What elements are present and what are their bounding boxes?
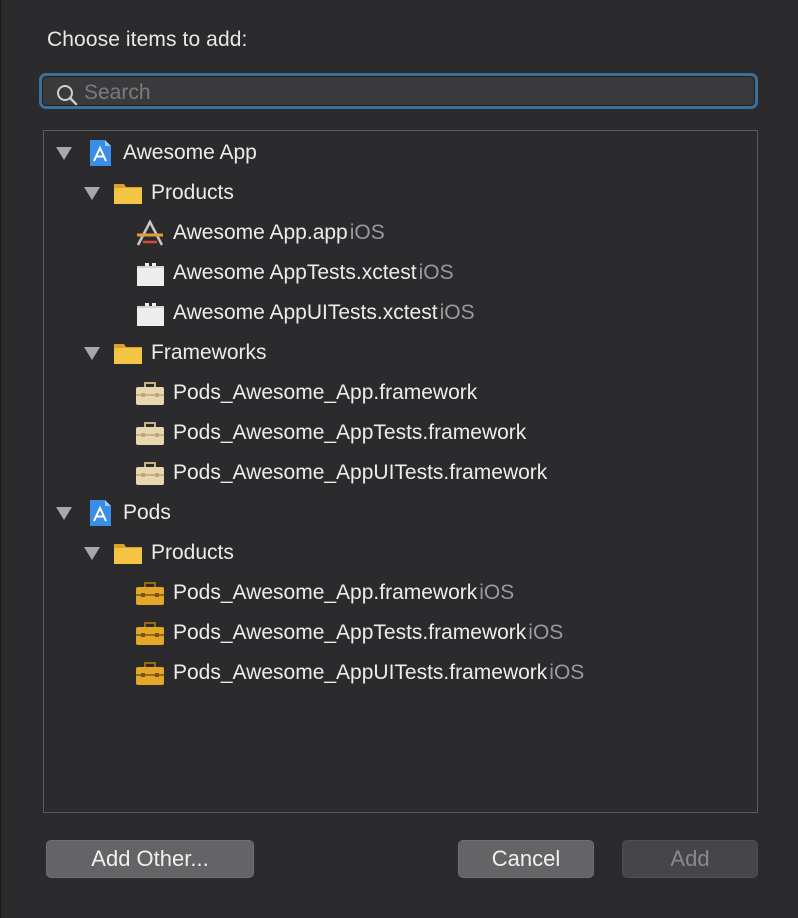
disclosure-triangle-icon[interactable] <box>55 145 73 161</box>
xcode-project-icon <box>85 498 115 528</box>
folder-icon <box>113 338 143 368</box>
toolbox-icon <box>135 378 165 408</box>
items-tree[interactable]: Awesome App Products Awesome App.app iOS <box>43 130 758 813</box>
platform-label: iOS <box>418 261 454 284</box>
dialog-heading: Choose items to add: <box>47 28 248 51</box>
tree-row-pods-project[interactable]: Pods <box>55 493 171 533</box>
toolbox-icon <box>135 578 165 608</box>
toolbox-icon <box>135 458 165 488</box>
toolbox-icon <box>135 658 165 688</box>
window-edge <box>0 0 1 918</box>
tree-label: Awesome App <box>123 141 257 164</box>
toolbox-icon <box>135 618 165 648</box>
tree-label: Frameworks <box>151 341 267 364</box>
tree-row-frameworks-folder[interactable]: Frameworks <box>83 333 267 373</box>
tree-label: Pods_Awesome_AppUITests.framework <box>173 661 548 684</box>
tree-row-products-folder[interactable]: Products <box>83 533 234 573</box>
tree-label: Pods_Awesome_App.framework <box>173 381 478 404</box>
bundle-icon <box>135 298 165 328</box>
tree-label: Products <box>151 541 234 564</box>
tree-label: Pods <box>123 501 171 524</box>
app-product-icon <box>135 218 165 248</box>
platform-label: iOS <box>528 621 564 644</box>
disclosure-triangle-icon[interactable] <box>83 545 101 561</box>
tree-row-products-folder[interactable]: Products <box>83 173 234 213</box>
tree-label: Awesome App.app <box>173 221 348 244</box>
search-icon <box>56 84 78 106</box>
tree-row-tests-bundle[interactable]: Awesome AppTests.xctest iOS <box>135 253 454 293</box>
tree-row-framework-product[interactable]: Pods_Awesome_AppUITests.framework iOS <box>135 653 584 693</box>
platform-label: iOS <box>549 661 585 684</box>
tree-row-framework-product[interactable]: Pods_Awesome_AppTests.framework iOS <box>135 613 563 653</box>
tree-row-app-product[interactable]: Awesome App.app iOS <box>135 213 385 253</box>
platform-label: iOS <box>479 581 515 604</box>
tree-label: Pods_Awesome_AppTests.framework <box>173 421 527 444</box>
tree-row-framework-product[interactable]: Pods_Awesome_App.framework iOS <box>135 573 514 613</box>
platform-label: iOS <box>439 301 475 324</box>
tree-label: Pods_Awesome_App.framework <box>173 581 478 604</box>
search-input[interactable] <box>82 78 746 108</box>
tree-row-framework[interactable]: Pods_Awesome_App.framework <box>135 373 477 413</box>
disclosure-triangle-icon[interactable] <box>55 505 73 521</box>
cancel-button[interactable]: Cancel <box>458 840 594 878</box>
platform-label: iOS <box>349 221 385 244</box>
folder-icon <box>113 538 143 568</box>
tree-row-awesome-app-project[interactable]: Awesome App <box>55 133 257 173</box>
search-field[interactable] <box>39 73 758 109</box>
tree-row-framework[interactable]: Pods_Awesome_AppTests.framework <box>135 413 526 453</box>
xcode-project-icon <box>85 138 115 168</box>
tree-label: Awesome AppUITests.xctest <box>173 301 438 324</box>
tree-row-uitests-bundle[interactable]: Awesome AppUITests.xctest iOS <box>135 293 475 333</box>
tree-label: Pods_Awesome_AppUITests.framework <box>173 461 548 484</box>
tree-label: Products <box>151 181 234 204</box>
tree-row-framework[interactable]: Pods_Awesome_AppUITests.framework <box>135 453 547 493</box>
toolbox-icon <box>135 418 165 448</box>
folder-icon <box>113 178 143 208</box>
tree-label: Awesome AppTests.xctest <box>173 261 417 284</box>
add-other-button[interactable]: Add Other... <box>46 840 254 878</box>
disclosure-triangle-icon[interactable] <box>83 345 101 361</box>
add-button[interactable]: Add <box>622 840 758 878</box>
disclosure-triangle-icon[interactable] <box>83 185 101 201</box>
bundle-icon <box>135 258 165 288</box>
tree-label: Pods_Awesome_AppTests.framework <box>173 621 527 644</box>
